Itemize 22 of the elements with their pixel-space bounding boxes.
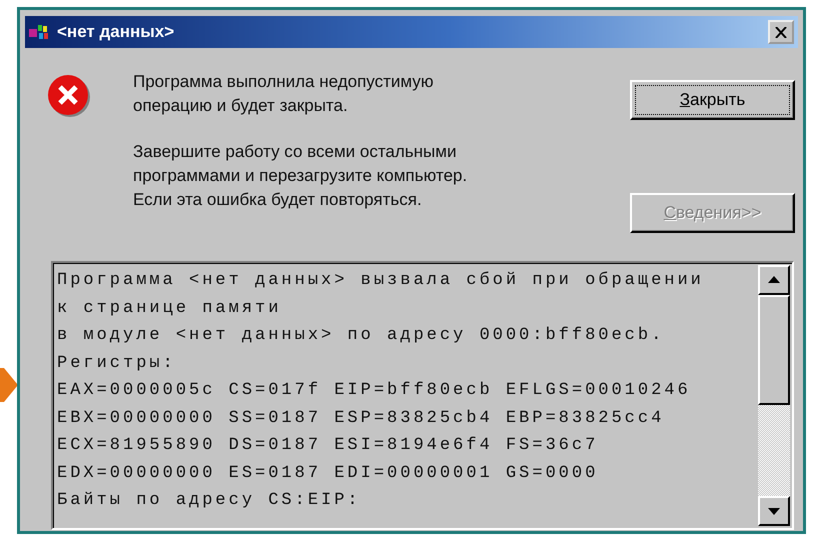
window-title: <нет данных> bbox=[57, 22, 176, 42]
message-text: Программа выполнила недопустимую операцию и будет закрыта. bbox=[133, 71, 434, 117]
error-icon bbox=[47, 74, 91, 118]
details-line: Регистры: bbox=[57, 352, 177, 374]
details-line: EDX=00000000 ES=0187 EDI=00000001 GS=0000 bbox=[57, 462, 600, 484]
dialog-button[interactable]: Закрыть bbox=[630, 80, 795, 120]
details-line: EAX=0000005c CS=017f EIP=bff80ecb EFLGS=00010246 bbox=[57, 380, 692, 402]
details-line: в модуле <нет данных> по адресу 0000:bff80ecb. bbox=[57, 325, 666, 347]
details-line: к странице памяти bbox=[57, 298, 282, 320]
close-icon bbox=[775, 26, 787, 38]
scrollbar[interactable] bbox=[758, 265, 790, 526]
app-icon bbox=[29, 23, 51, 41]
close-button[interactable] bbox=[768, 20, 794, 44]
message-text: Завершите работу со всеми остальными программами и перезагрузите компьютер. Если эта ошибка будет повторяться. bbox=[133, 141, 468, 211]
arrow-pointer-icon bbox=[0, 368, 18, 402]
details-line: EBX=00000000 SS=0187 ESP=83825cb4 EBP=83825cc4 bbox=[57, 408, 666, 430]
details-text-area[interactable] bbox=[51, 261, 794, 530]
details-line: Байты по адресу CS:EIP: bbox=[57, 490, 362, 512]
details-line: Программа <нет данных> вызвала сбой при обращении bbox=[57, 270, 705, 292]
scroll-up-icon bbox=[768, 276, 780, 284]
scroll-down-icon bbox=[768, 507, 780, 515]
details-line: ECX=81955890 DS=0187 ESI=8194e6f4 FS=36c7 bbox=[57, 435, 600, 457]
